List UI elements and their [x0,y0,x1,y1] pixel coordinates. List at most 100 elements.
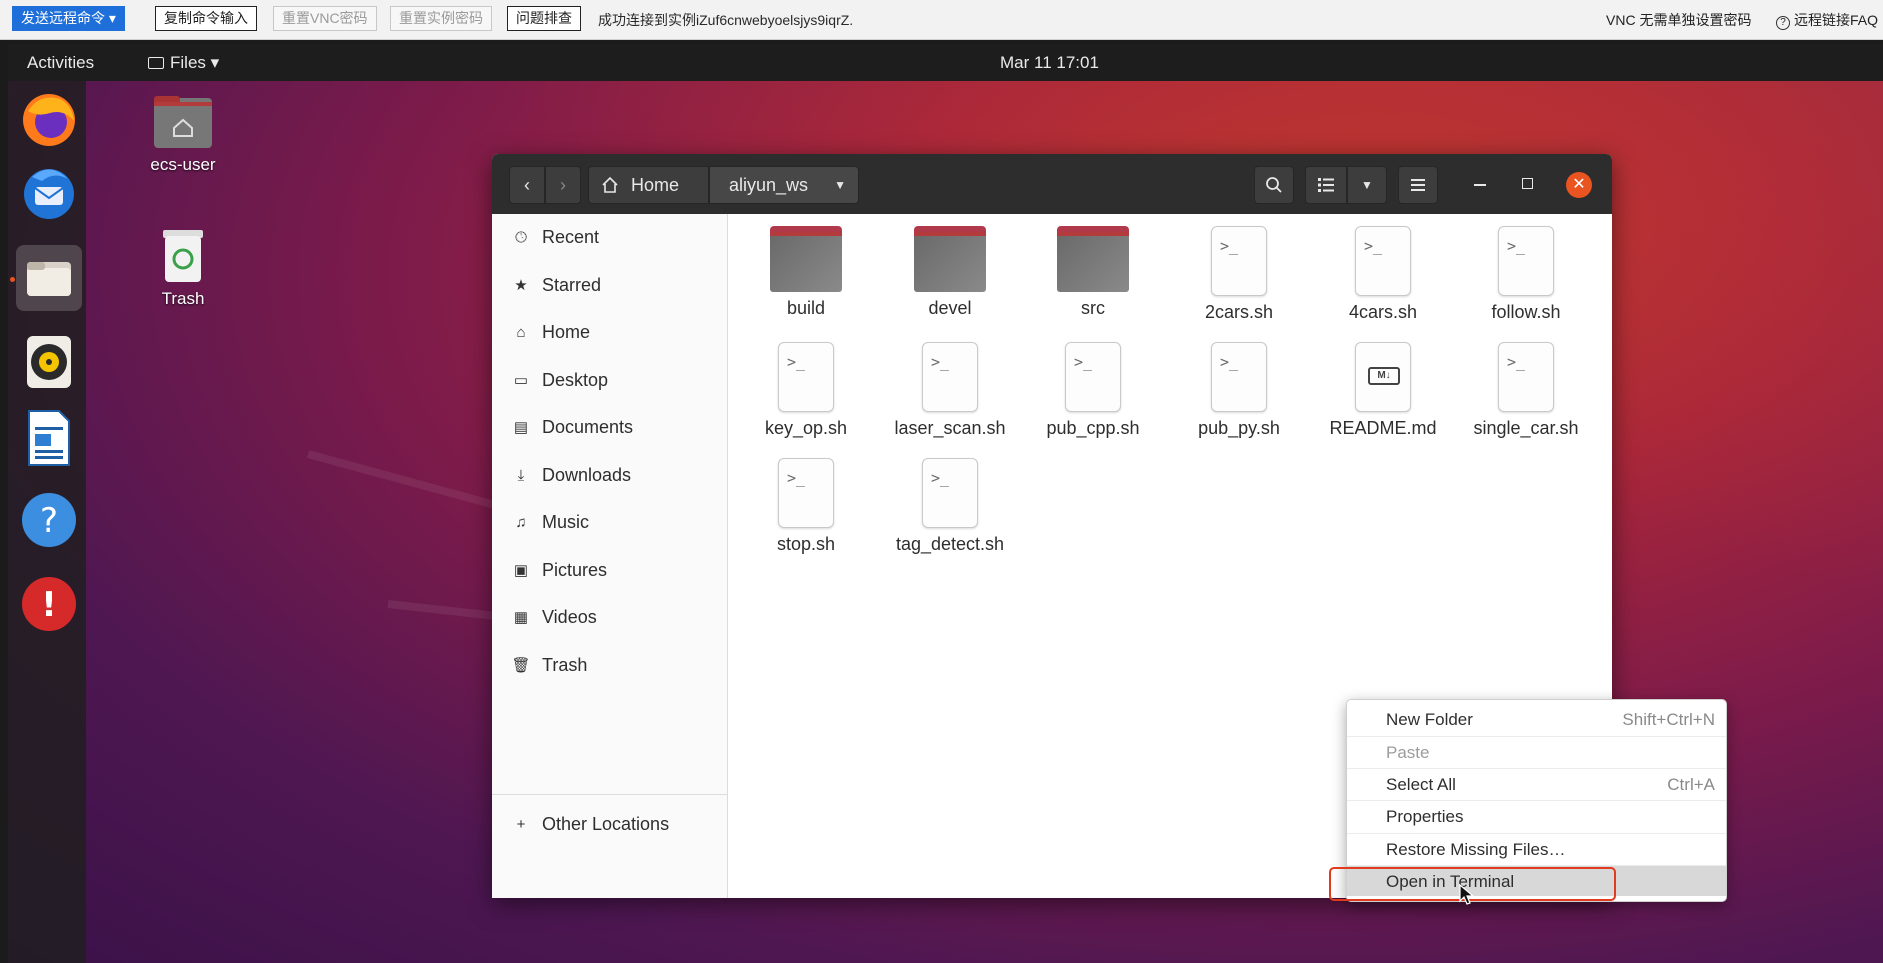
sidebar-item-label: Documents [542,416,634,437]
pictures-icon: ▣ [513,562,529,579]
clock[interactable]: Mar 11 17:01 [1000,53,1099,73]
file-item-tag-detect[interactable]: >_ tag_detect.sh [880,458,1020,555]
home-folder-icon [154,96,212,148]
script-file-icon: >_ [922,342,978,412]
file-item-4cars[interactable]: >_ 4cars.sh [1313,226,1453,323]
connection-status: 成功连接到实例iZuf6cnwebyoelsjys9iqrZ. [598,12,854,28]
thunderbird-icon[interactable] [16,159,82,225]
clock-icon: 🕓︎ [515,228,527,246]
app-menu-files[interactable]: Files ▾ [148,53,219,73]
sidebar-item-documents[interactable]: ▤ Documents [510,413,633,441]
send-remote-command-button[interactable]: 发送远程命令 ▾ [12,6,125,31]
file-label: pub_py.sh [1198,418,1280,438]
forward-button[interactable]: › [545,166,581,204]
close-icon[interactable]: ✕ [1566,172,1592,198]
menu-item-paste[interactable]: Paste [1347,736,1726,767]
window-headerbar: ‹ › Home aliyun_ws ▼ ▼ ✕ [492,154,1612,214]
main-menu-button[interactable] [1398,166,1438,204]
file-item-2cars[interactable]: >_ 2cars.sh [1169,226,1309,323]
writer-icon[interactable] [16,405,82,471]
path-home-button[interactable]: Home [588,166,709,204]
sidebar-item-desktop[interactable]: ▭ Desktop [510,366,608,394]
help-circle-icon: ? [1776,16,1790,30]
file-item-key-op[interactable]: >_ key_op.sh [736,342,876,439]
sidebar-item-recent[interactable]: 🕓︎ Recent [510,223,599,251]
faq-link[interactable]: ? 远程链接FAQ [1776,10,1878,30]
sidebar-item-label: Other Locations [542,813,670,834]
reset-instance-password-button[interactable]: 重置实例密码 [390,6,492,31]
documents-icon: ▤ [513,419,529,436]
sidebar-item-downloads[interactable]: ⤓ Downloads [510,461,631,489]
file-label: 2cars.sh [1204,302,1274,322]
sidebar-item-videos[interactable]: ▦ Videos [510,603,597,631]
file-label: follow.sh [1491,302,1561,322]
sidebar-item-home[interactable]: ⌂ Home [510,318,590,346]
reset-vnc-password-button[interactable]: 重置VNC密码 [273,6,377,31]
sidebar-item-label: Pictures [542,559,608,580]
file-label: stop.sh [776,534,836,554]
desktop-trash-label: Trash [161,289,205,308]
faq-label: 远程链接FAQ [1794,12,1879,28]
sidebar-item-label: Videos [542,606,597,627]
rhythmbox-icon[interactable] [16,329,82,395]
script-file-icon: >_ [1498,226,1554,296]
file-item-devel[interactable]: devel [880,226,1020,319]
back-button[interactable]: ‹ [509,166,545,204]
firefox-icon[interactable] [16,87,82,153]
file-label: laser_scan.sh [894,418,1006,438]
trash-icon: 🗑︎ [511,657,531,674]
search-icon [1266,177,1282,193]
path-home-label: Home [631,174,680,195]
file-label: tag_detect.sh [895,534,1005,554]
sidebar-item-music[interactable]: ♫ Music [510,508,589,536]
files-icon[interactable] [16,245,82,311]
file-item-readme[interactable]: M↓ README.md [1313,342,1453,439]
file-item-follow[interactable]: >_ follow.sh [1456,226,1596,323]
desktop-home-label: ecs-user [150,155,216,174]
file-label: devel [928,298,972,318]
file-item-single-car[interactable]: >_ single_car.sh [1456,342,1596,439]
file-item-pub-py[interactable]: >_ pub_py.sh [1169,342,1309,439]
search-button[interactable] [1254,166,1294,204]
vnc-password-note: VNC 无需单独设置密码 [1606,12,1752,28]
update-icon[interactable]: ! [16,571,82,637]
help-icon[interactable]: ? [16,487,82,553]
menu-item-new-folder[interactable]: New Folder Shift+Ctrl+N [1347,704,1726,735]
sidebar-item-label: Home [542,321,591,342]
sidebar-item-trash[interactable]: 🗑︎ Trash [510,651,587,679]
desktop-trash[interactable]: Trash [133,226,233,309]
script-file-icon: >_ [1498,342,1554,412]
minimize-icon[interactable] [1474,184,1486,186]
sidebar-item-label: Recent [542,226,600,247]
folder-icon [1057,226,1129,292]
sidebar-item-starred[interactable]: ★ Starred [510,271,601,299]
file-label: README.md [1329,418,1437,438]
file-item-laser-scan[interactable]: >_ laser_scan.sh [880,342,1020,439]
chevron-right-icon: › [560,174,566,195]
svg-text:?: ? [40,501,58,541]
file-item-src[interactable]: src [1023,226,1163,319]
folder-icon [148,57,164,69]
file-item-build[interactable]: build [736,226,876,319]
sidebar-item-pictures[interactable]: ▣ Pictures [510,556,607,584]
troubleshoot-button[interactable]: 问题排查 [507,6,581,31]
view-list-button[interactable] [1305,166,1347,204]
sidebar-item-other-locations[interactable]: + Other Locations [510,810,669,838]
file-item-stop[interactable]: >_ stop.sh [736,458,876,555]
maximize-icon[interactable] [1522,178,1533,189]
menu-item-restore-missing-files[interactable]: Restore Missing Files… [1347,833,1726,864]
file-label: src [1081,298,1105,318]
plus-icon: + [516,815,526,833]
file-label: pub_cpp.sh [1046,418,1140,438]
copy-command-input-button[interactable]: 复制命令输入 [155,6,257,31]
dock: ? ! [8,81,86,963]
menu-item-select-all[interactable]: Select All Ctrl+A [1347,768,1726,799]
desktop-home-folder[interactable]: ecs-user [133,94,233,175]
view-options-button[interactable]: ▼ [1347,166,1387,204]
menu-item-properties[interactable]: Properties [1347,800,1726,831]
file-item-pub-cpp[interactable]: >_ pub_cpp.sh [1023,342,1163,439]
script-file-icon: >_ [1065,342,1121,412]
file-label: key_op.sh [764,418,848,438]
activities-button[interactable]: Activities [27,53,94,73]
path-current-button[interactable]: aliyun_ws ▼ [709,166,859,204]
